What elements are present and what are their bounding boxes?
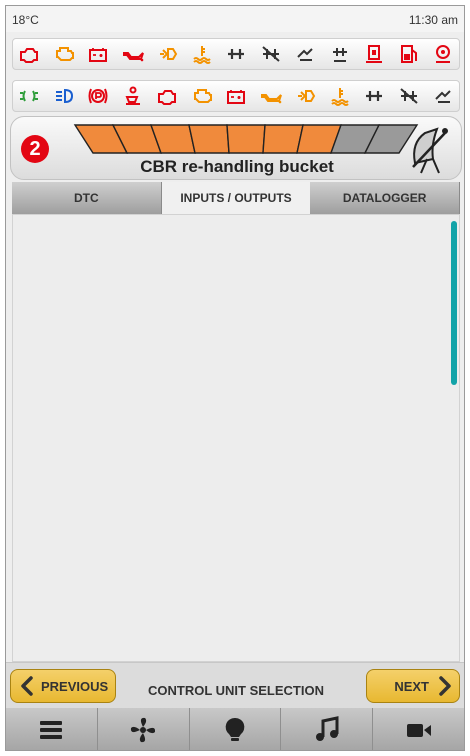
warning-light: [17, 42, 41, 66]
chevron-left-icon: [21, 676, 33, 696]
music-note-icon: [315, 716, 339, 741]
high-beam-icon: [55, 88, 73, 104]
chevron-right-icon: [439, 676, 451, 696]
hydraulic-icon: [435, 90, 451, 103]
warning-light: [121, 42, 145, 66]
work-lights-button[interactable]: [190, 708, 282, 750]
warning-light: [362, 84, 386, 108]
clock: 11:30 am: [408, 13, 458, 27]
engine-check-icon: [55, 47, 74, 61]
warning-light: [397, 42, 421, 66]
warning-light: [86, 42, 110, 66]
oil-pressure-icon: [260, 94, 282, 104]
warning-light: [224, 84, 248, 108]
engine-check-icon: [193, 89, 212, 103]
tab-content: [12, 214, 460, 662]
gauge-segment: [262, 124, 304, 154]
hydraulic-icon: [297, 48, 313, 61]
parking-brake-icon: [88, 88, 108, 104]
fuel-level-icon: [400, 45, 417, 63]
audio-button[interactable]: [281, 708, 374, 750]
side-lights-icon: [20, 90, 38, 102]
coolant-temperature-icon: [330, 88, 349, 106]
tab-bar: DTC INPUTS / OUTPUTS DATALOGGER: [12, 182, 461, 214]
temperature-readout: 18°C: [12, 13, 39, 27]
warning-light: [328, 42, 352, 66]
load-gauge: [73, 124, 419, 154]
menu-icon: [40, 721, 63, 739]
scrollbar-thumb[interactable]: [451, 221, 457, 385]
menu-button[interactable]: [6, 708, 98, 750]
axle-disabled-icon: [399, 88, 418, 104]
navigation-bar: PREVIOUS CONTROL UNIT SELECTION NEXT: [6, 662, 464, 708]
warning-light: [190, 42, 214, 66]
warning-light: [328, 84, 352, 108]
navigation-title: CONTROL UNIT SELECTION: [148, 683, 324, 698]
warning-light: [86, 84, 110, 108]
warning-light: [293, 42, 317, 66]
camera-button[interactable]: [373, 708, 464, 750]
bucket-icon: [412, 127, 448, 174]
app-window: 18°C 11:30 am 2 CBR re-handling bucket D…: [5, 5, 465, 751]
axle-icon: [228, 49, 244, 59]
next-label: NEXT: [394, 678, 429, 694]
transmission-icon: [160, 48, 178, 60]
engine-warning-icon: [20, 48, 38, 63]
seat-belt-icon: [436, 45, 450, 63]
warning-light: [52, 84, 76, 108]
warning-light: [121, 84, 145, 108]
coolant-temperature-icon: [192, 46, 211, 64]
axle-icon: [366, 91, 382, 101]
warning-light: [155, 42, 179, 66]
tab-inputs-outputs[interactable]: INPUTS / OUTPUTS: [161, 182, 311, 214]
tab-dtc[interactable]: DTC: [12, 182, 162, 214]
axle-disabled-icon: [261, 46, 280, 62]
warning-light: [362, 42, 386, 66]
video-camera-icon: [406, 724, 431, 737]
battery-icon: [227, 90, 245, 104]
status-bar: 18°C 11:30 am: [6, 6, 464, 32]
fan-button[interactable]: [98, 708, 190, 750]
tab-datalogger[interactable]: DATALOGGER: [310, 182, 461, 214]
vehicle-name: CBR re-handling bucket: [140, 157, 334, 176]
vehicle-panel: 2 CBR re-handling bucket: [10, 116, 462, 180]
warning-light: [224, 42, 248, 66]
warning-light: [293, 84, 317, 108]
fuel-filter-icon: [366, 45, 382, 63]
previous-label: PREVIOUS: [41, 678, 109, 694]
warning-light: [155, 84, 179, 108]
fan-icon: [131, 717, 156, 743]
warning-lights-row-2: [12, 80, 460, 112]
operator-presence-icon: [125, 86, 140, 105]
previous-button[interactable]: PREVIOUS: [10, 669, 116, 703]
battery-icon: [89, 48, 107, 62]
gauge-segment: [188, 124, 230, 154]
next-button[interactable]: NEXT: [366, 669, 460, 703]
warning-lights-row-1: [12, 38, 460, 70]
warning-light: [259, 84, 283, 108]
warning-light: [17, 84, 41, 108]
axle-ack-icon: [332, 48, 347, 62]
light-bulb-icon: [225, 717, 245, 741]
warning-light: [431, 84, 455, 108]
engine-warning-icon: [158, 90, 176, 105]
warning-light: [397, 84, 421, 108]
warning-light: [259, 42, 283, 66]
warning-light: [431, 42, 455, 66]
warning-light: [190, 84, 214, 108]
gauge-segment: [226, 124, 266, 154]
warning-light: [52, 42, 76, 66]
oil-pressure-icon: [122, 52, 144, 62]
transmission-icon: [298, 90, 316, 102]
bottom-toolbar: [6, 708, 464, 750]
